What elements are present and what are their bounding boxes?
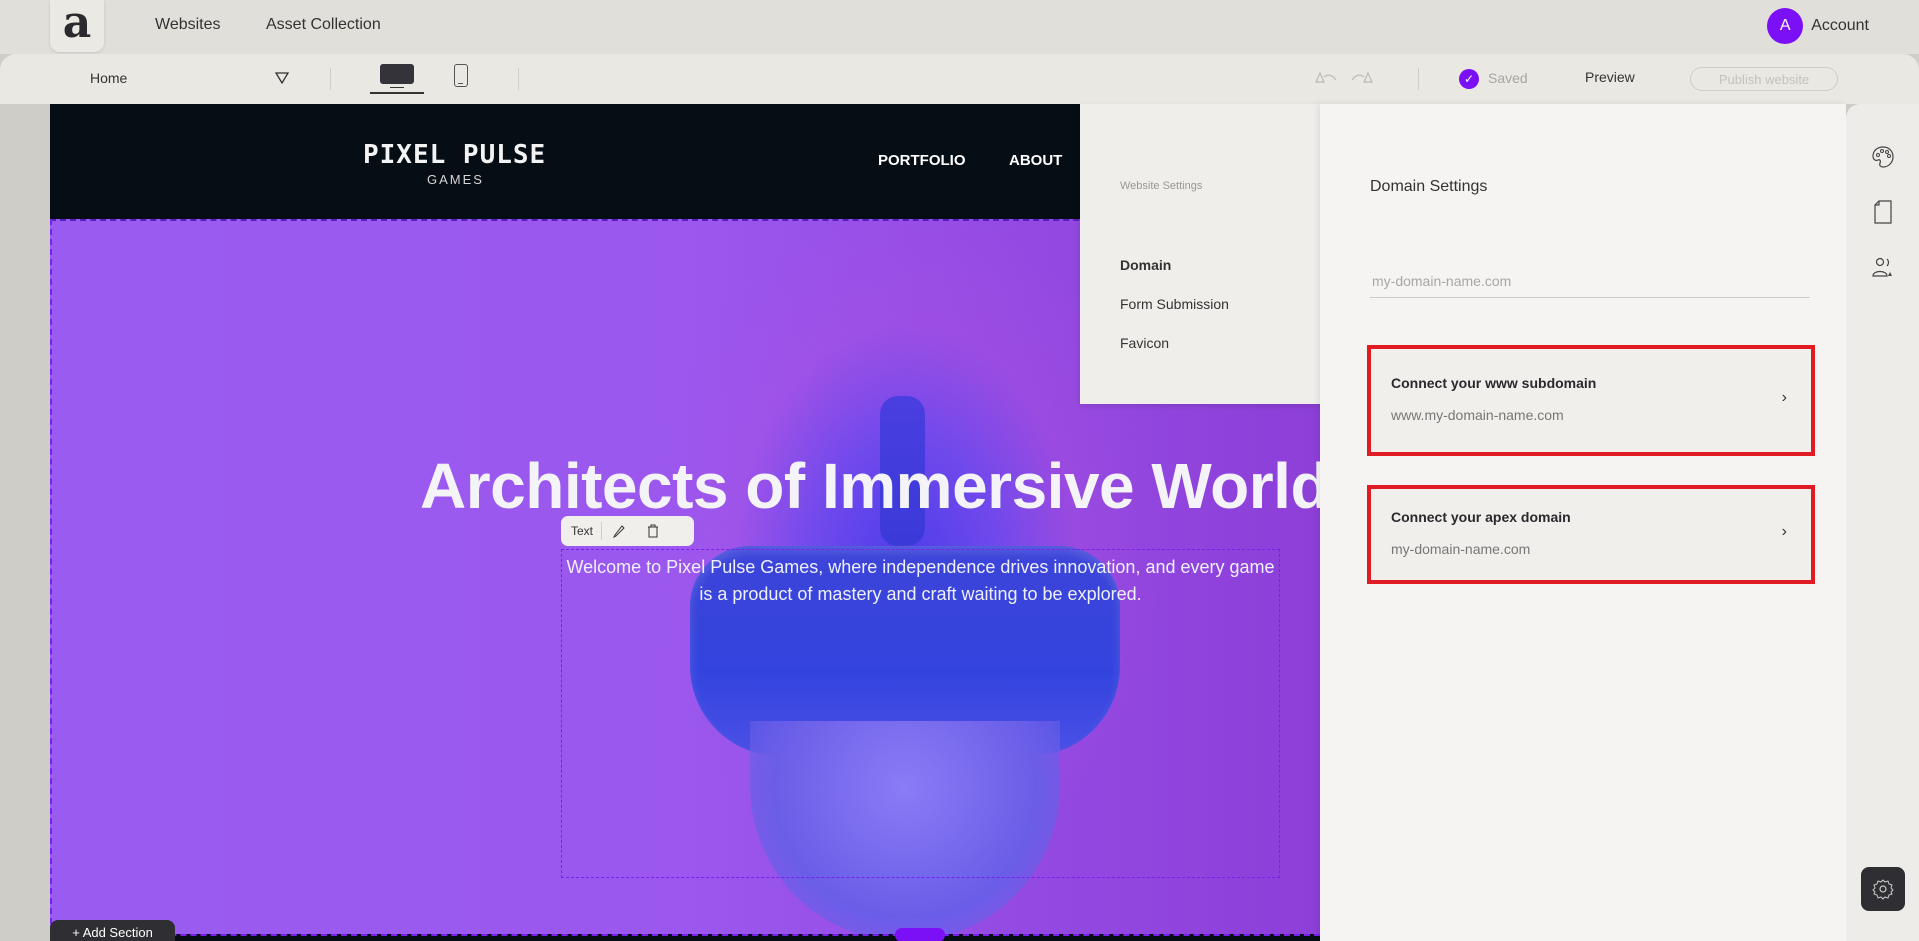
text-block-toolbar: Text — [561, 516, 694, 546]
settings-heading: Website Settings — [1120, 180, 1203, 192]
connect-apex-domain-card[interactable]: Connect your apex domain my-domain-name.… — [1367, 485, 1815, 584]
undo-icon[interactable] — [1314, 70, 1338, 84]
avatar: A — [1767, 8, 1804, 44]
nav-link-websites[interactable]: Websites — [155, 16, 221, 34]
device-mobile-button[interactable] — [454, 64, 468, 87]
divider — [518, 68, 519, 90]
page-select[interactable]: Home — [90, 70, 127, 86]
divider — [1418, 68, 1419, 90]
settings-item-domain[interactable]: Domain — [1120, 257, 1171, 273]
divider — [330, 68, 331, 90]
redo-icon[interactable] — [1350, 70, 1374, 84]
section-outline — [50, 219, 52, 934]
site-nav-portfolio[interactable]: PORTFOLIO — [878, 152, 966, 169]
device-desktop-button[interactable] — [370, 62, 424, 94]
users-icon[interactable] — [1870, 254, 1896, 280]
card-subtitle: www.my-domain-name.com — [1391, 407, 1564, 423]
nav-link-asset-collection[interactable]: Asset Collection — [266, 16, 381, 34]
settings-item-form-submission[interactable]: Form Submission — [1120, 296, 1229, 312]
chevron-right-icon: › — [1781, 389, 1787, 406]
page-icon[interactable] — [1870, 199, 1896, 225]
saved-status: Saved — [1488, 70, 1528, 86]
account-label: Account — [1811, 17, 1869, 34]
next-section-edge — [50, 934, 1320, 941]
chevron-right-icon: › — [1781, 523, 1787, 540]
settings-item-favicon[interactable]: Favicon — [1120, 335, 1169, 351]
logo-glyph: a — [62, 0, 92, 48]
section-drag-handle[interactable] — [895, 928, 945, 941]
card-subtitle: my-domain-name.com — [1391, 541, 1531, 557]
publish-website-button[interactable]: Publish website — [1690, 67, 1838, 91]
connect-www-subdomain-card[interactable]: Connect your www subdomain www.my-domain… — [1367, 345, 1815, 456]
domain-settings-panel: Domain Settings Connect your www subdoma… — [1320, 104, 1846, 941]
chevron-down-icon[interactable] — [275, 72, 289, 84]
domain-input[interactable] — [1370, 264, 1810, 298]
add-section-button[interactable]: + Add Section — [50, 920, 175, 941]
hero-title[interactable]: Architects of Immersive Worlds — [420, 449, 1320, 523]
hero-subtitle[interactable]: Welcome to Pixel Pulse Games, where inde… — [566, 554, 1275, 608]
website-settings-menu: Website Settings Domain Form Submission … — [1080, 104, 1320, 404]
card-title: Connect your www subdomain — [1391, 375, 1597, 391]
panel-title: Domain Settings — [1370, 178, 1488, 195]
account-menu[interactable]: A Account — [1767, 8, 1869, 44]
preview-button[interactable]: Preview — [1585, 69, 1635, 85]
site-logo[interactable]: PIXEL PULSE — [363, 140, 546, 170]
desktop-icon — [380, 64, 414, 88]
top-nav: a Websites Asset Collection A Account — [0, 0, 1919, 54]
check-icon: ✓ — [1459, 69, 1479, 89]
icon-rail — [1846, 104, 1919, 941]
site-nav-about[interactable]: ABOUT — [1009, 152, 1062, 169]
editor-toolbar: Home ✓ Saved Preview Publish website — [0, 54, 1919, 104]
site-logo-subtitle: GAMES — [427, 172, 484, 187]
card-title: Connect your apex domain — [1391, 509, 1571, 525]
palette-icon[interactable] — [1870, 144, 1896, 170]
app-logo[interactable]: a — [50, 0, 104, 52]
trash-icon[interactable] — [636, 522, 670, 540]
block-type-label: Text — [571, 522, 603, 540]
gear-icon[interactable] — [1861, 867, 1905, 911]
pencil-icon[interactable] — [602, 522, 636, 540]
